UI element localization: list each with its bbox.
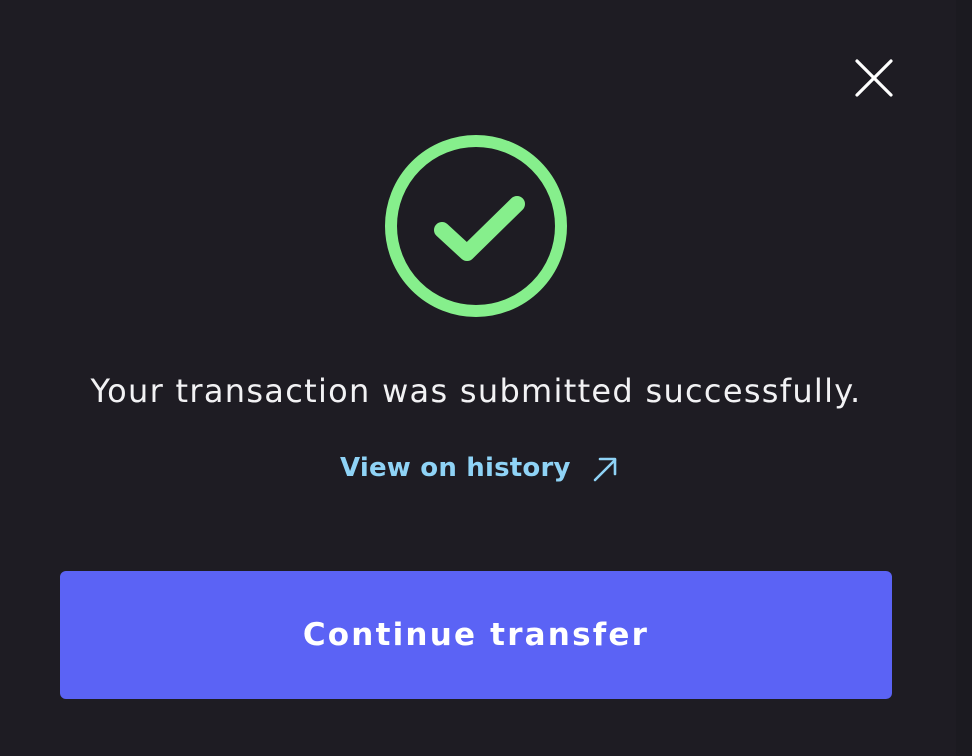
check-circle-icon: [385, 135, 567, 317]
view-on-history-link[interactable]: View on history: [340, 448, 621, 488]
close-button[interactable]: [852, 56, 896, 100]
close-icon: [855, 59, 893, 97]
view-on-history-label: View on history: [340, 453, 571, 483]
arrow-up-right-icon: [591, 453, 621, 483]
success-message: Your transaction was submitted successfu…: [90, 372, 862, 410]
window-edge: [956, 0, 972, 756]
continue-transfer-button[interactable]: Continue transfer: [60, 571, 892, 699]
